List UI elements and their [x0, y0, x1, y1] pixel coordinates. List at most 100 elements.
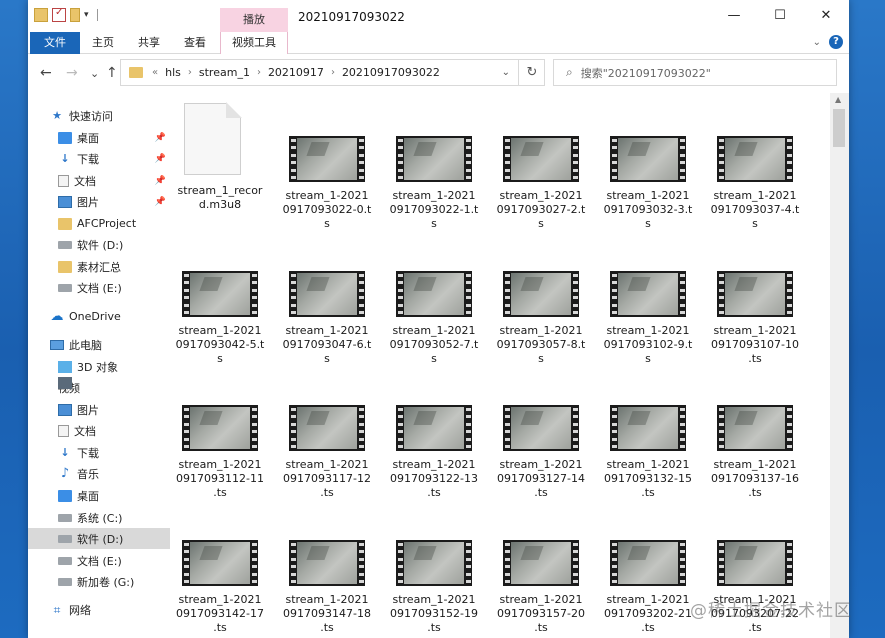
- address-dropdown-icon[interactable]: ⌄: [502, 67, 510, 78]
- file-item-ts[interactable]: stream_1-2021 0917093037-4.t s: [705, 136, 805, 256]
- breadcrumb-current[interactable]: 20210917093022: [342, 66, 440, 79]
- new-folder-icon[interactable]: [70, 8, 80, 22]
- file-item-ts[interactable]: stream_1-2021 0917093027-2.t s: [491, 136, 591, 256]
- recent-locations-button[interactable]: ⌄: [90, 67, 99, 80]
- expand-ribbon-icon[interactable]: ⌄: [813, 37, 821, 48]
- sidebar-item-label: AFCProject: [77, 217, 137, 230]
- download-icon: ↓: [60, 445, 70, 459]
- file-item-ts[interactable]: stream_1-2021 0917093032-3.t s: [598, 136, 698, 256]
- file-item-ts[interactable]: stream_1-2021 0917093207-22 .ts: [705, 540, 805, 638]
- file-name-line: 0917093047-6.t: [282, 338, 372, 351]
- file-item-ts[interactable]: stream_1-2021 0917093022-0.t s: [277, 136, 377, 256]
- drive-icon: [58, 240, 72, 249]
- file-item-ts[interactable]: stream_1-2021 0917093157-20 .ts: [491, 540, 591, 638]
- file-name: stream_1-2021 0917093032-3.t s: [598, 189, 698, 231]
- tab-view[interactable]: 查看: [172, 32, 218, 54]
- computer-icon: [50, 339, 64, 350]
- file-item-ts[interactable]: stream_1-2021 0917093102-9.t s: [598, 271, 698, 391]
- file-item-ts[interactable]: stream_1-2021 0917093147-18 .ts: [277, 540, 377, 638]
- tab-video-tools[interactable]: 视频工具: [220, 32, 288, 54]
- video-file-icon: [503, 271, 579, 323]
- file-item-ts[interactable]: stream_1-2021 0917093042-5.t s: [170, 271, 270, 391]
- tab-file[interactable]: 文件: [30, 32, 80, 54]
- file-item-ts[interactable]: stream_1-2021 0917093022-1.t s: [384, 136, 484, 256]
- file-name-line: stream_1-2021: [285, 593, 369, 606]
- file-name-line: 0917093052-7.t: [389, 338, 479, 351]
- file-name-line: stream_1-2021: [392, 593, 476, 606]
- search-box[interactable]: ⌕ 搜索"20210917093022": [553, 59, 837, 86]
- file-name-line: 0917093117-12: [283, 472, 371, 485]
- file-item-ts[interactable]: stream_1-2021 0917093047-6.t s: [277, 271, 377, 391]
- file-name-line: s: [752, 217, 758, 230]
- download-icon: ↓: [60, 151, 70, 165]
- folder-icon[interactable]: [34, 8, 48, 22]
- close-button[interactable]: ✕: [803, 0, 849, 32]
- drive-icon: [58, 283, 72, 292]
- maximize-button[interactable]: ☐: [757, 0, 803, 32]
- file-item-ts[interactable]: stream_1-2021 0917093132-15 .ts: [598, 405, 698, 525]
- file-item-ts[interactable]: stream_1-2021 0917093112-11 .ts: [170, 405, 270, 525]
- sidebar-item-desktop[interactable]: 桌面 📌: [58, 127, 170, 148]
- sidebar-item-label: 网络: [69, 603, 91, 617]
- video-file-icon: [610, 271, 686, 323]
- chevron-right-icon[interactable]: ›: [257, 67, 261, 78]
- help-icon[interactable]: ?: [829, 35, 843, 49]
- chevron-right-icon[interactable]: ›: [331, 67, 335, 78]
- breadcrumb-hls[interactable]: hls: [165, 66, 181, 79]
- file-item-ts[interactable]: stream_1-2021 0917093137-16 .ts: [705, 405, 805, 525]
- file-name-line: s: [324, 217, 330, 230]
- up-button[interactable]: ↑: [106, 65, 118, 81]
- forward-button[interactable]: →: [66, 65, 78, 81]
- folder-icon: [58, 260, 72, 273]
- file-name: stream_1-2021 0917093132-15 .ts: [598, 458, 698, 500]
- file-item-ts[interactable]: stream_1-2021 0917093127-14 .ts: [491, 405, 591, 525]
- search-placeholder[interactable]: 搜索"20210917093022": [581, 65, 711, 81]
- tab-home[interactable]: 主页: [80, 32, 126, 54]
- file-item-ts[interactable]: stream_1-2021 0917093122-13 .ts: [384, 405, 484, 525]
- minimize-button[interactable]: —: [711, 0, 757, 32]
- file-item-m3u8[interactable]: stream_1_recor d.m3u8: [170, 102, 270, 223]
- file-item-ts[interactable]: stream_1-2021 0917093057-8.t s: [491, 271, 591, 391]
- customize-toolbar-icon[interactable]: ▾: [84, 10, 89, 20]
- sidebar-item-documents[interactable]: 文档 📌: [58, 170, 170, 191]
- file-name-line: stream_1-2021: [499, 189, 583, 202]
- video-file-icon: [717, 136, 793, 188]
- properties-icon[interactable]: [52, 7, 66, 22]
- file-item-ts[interactable]: stream_1-2021 0917093117-12 .ts: [277, 405, 377, 525]
- file-item-ts[interactable]: stream_1-2021 0917093142-17 .ts: [170, 540, 270, 638]
- cloud-icon: ☁: [50, 308, 64, 324]
- refresh-button[interactable]: ↻: [518, 59, 545, 86]
- breadcrumb-date[interactable]: 20210917: [268, 66, 324, 79]
- file-name-line: stream_1-2021: [499, 458, 583, 471]
- file-name: stream_1-2021 0917093052-7.t s: [384, 324, 484, 366]
- file-item-ts[interactable]: stream_1-2021 0917093052-7.t s: [384, 271, 484, 391]
- chevron-right-icon[interactable]: ›: [188, 67, 192, 78]
- address-bar[interactable]: « hls › stream_1 › 20210917 › 2021091709…: [120, 59, 545, 86]
- vertical-scrollbar[interactable]: ▲: [830, 93, 849, 638]
- sidebar-item-label: 3D 对象: [77, 360, 118, 374]
- breadcrumb-stream-1[interactable]: stream_1: [199, 66, 250, 79]
- scroll-thumb[interactable]: [833, 109, 845, 147]
- video-file-icon: [396, 271, 472, 323]
- file-name: stream_1-2021 0917093137-16 .ts: [705, 458, 805, 500]
- tab-share[interactable]: 共享: [126, 32, 172, 54]
- sidebar-item-downloads[interactable]: ↓ 下载 📌: [58, 148, 170, 169]
- file-item-ts[interactable]: stream_1-2021 0917093202-21 .ts: [598, 540, 698, 638]
- breadcrumb-overflow[interactable]: «: [152, 67, 158, 78]
- navigation-pane: ★ 快速访问 桌面 📌 ↓ 下载 📌 文档 📌 图片 📌 AFCProject: [28, 93, 170, 638]
- sidebar-item-drive-d[interactable]: 软件 (D:): [28, 528, 170, 549]
- sidebar-item-label: 下载: [77, 446, 99, 460]
- file-name-line: stream_1-2021: [285, 324, 369, 337]
- file-name-line: stream_1-2021: [178, 593, 262, 606]
- file-name-line: 0917093137-16: [711, 472, 799, 485]
- sidebar-item-pictures[interactable]: 图片 📌: [58, 191, 170, 212]
- scroll-up-icon[interactable]: ▲: [835, 95, 841, 104]
- document-file-icon: [184, 102, 242, 175]
- file-name-line: 0917093142-17: [176, 607, 264, 620]
- file-item-ts[interactable]: stream_1-2021 0917093107-10 .ts: [705, 271, 805, 391]
- file-name: stream_1-2021 0917093107-10 .ts: [705, 324, 805, 366]
- file-item-ts[interactable]: stream_1-2021 0917093152-19 .ts: [384, 540, 484, 638]
- pin-icon: 📌: [154, 153, 166, 164]
- file-name: stream_1-2021 0917093112-11 .ts: [170, 458, 270, 500]
- back-button[interactable]: ←: [40, 65, 52, 81]
